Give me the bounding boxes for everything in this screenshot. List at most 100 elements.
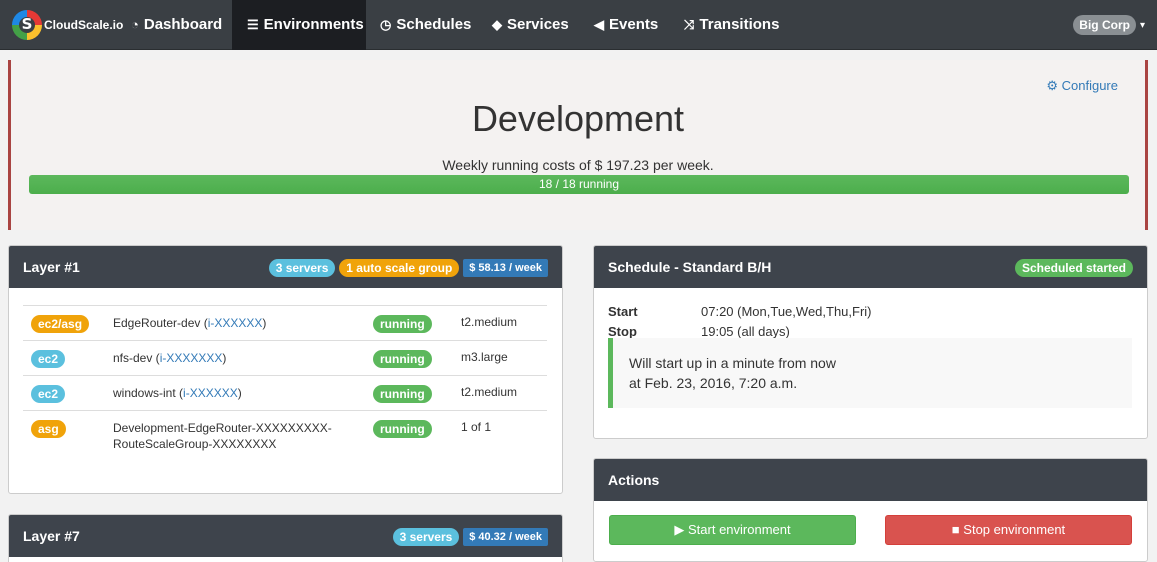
nav-services-label: Services xyxy=(507,16,569,33)
paren-close: ) xyxy=(222,351,227,365)
nav-schedules-label: Schedules xyxy=(396,16,472,33)
bullhorn-icon: ◀ xyxy=(594,17,604,32)
type-cell: ec2/asg xyxy=(23,305,113,341)
nav-events[interactable]: ◀ Events xyxy=(594,0,658,50)
start-environment-button[interactable]: ▶ Start environment xyxy=(609,515,856,545)
nav-dashboard[interactable]: ◔ Dashboard xyxy=(131,0,222,50)
schedule-title: Schedule - Standard B/H xyxy=(608,259,772,275)
dashboard-icon: ◔ xyxy=(131,17,139,32)
nav-services[interactable]: ◆ Services xyxy=(492,0,569,50)
weekly-cost-text: Weekly running costs of $ 197.23 per wee… xyxy=(442,157,714,173)
table-row: ec2 windows-int (i-XXXXXX) running t2.mediu… xyxy=(23,375,547,411)
account-menu[interactable]: Big Corp ▾ xyxy=(1073,15,1145,35)
table-row: ec2/asg EdgeRouter-dev (i-XXXXXX) running t… xyxy=(23,305,547,341)
size-cell: t2.medium xyxy=(461,305,547,341)
server-type-badge: ec2 xyxy=(31,350,66,368)
actions-title: Actions xyxy=(608,472,660,488)
servers-count-badge: 3 servers xyxy=(392,528,460,547)
status-badge: running xyxy=(373,350,432,368)
size-cell: t2.medium xyxy=(461,375,547,411)
paren-close: ) xyxy=(237,386,242,400)
instance-id-link[interactable]: i-XXXXXXX xyxy=(160,351,223,365)
play-icon: ▶ xyxy=(674,522,685,537)
size-cell: m3.large xyxy=(461,340,547,376)
nav-schedules[interactable]: ◷ Schedules xyxy=(380,0,471,50)
layer-1-heading: Layer #1 3 servers 1 auto scale group $ … xyxy=(9,246,562,288)
name-cell: windows-int (i-XXXXXX) xyxy=(113,375,373,411)
asg-count-badge: 1 auto scale group xyxy=(339,259,460,278)
server-type-badge: ec2/asg xyxy=(31,315,90,333)
schedule-start-row: Start 07:20 (Mon,Tue,Wed,Thu,Fri) xyxy=(608,304,872,319)
layer-panel-7: Layer #7 3 servers $ 40.32 / week xyxy=(8,514,563,562)
server-name: Development-EdgeRouter-XXXXXXXXX-RouteSc… xyxy=(113,421,332,451)
callout-line-1: Will start up in a minute from now xyxy=(629,355,836,371)
configure-label: Configure xyxy=(1061,78,1118,93)
start-label: Start xyxy=(608,304,638,319)
instance-id-link[interactable]: i-XXXXXX xyxy=(208,316,263,330)
clock-icon: ◷ xyxy=(380,17,392,32)
stop-environment-button[interactable]: ■ Stop environment xyxy=(885,515,1132,545)
name-cell: EdgeRouter-dev (i-XXXXXX) xyxy=(113,305,373,341)
environment-header: ⚙ Configure Development Weekly running c… xyxy=(8,60,1148,230)
running-progress-bar: 18 / 18 running xyxy=(29,175,1129,194)
stop-environment-label: Stop environment xyxy=(963,522,1066,537)
server-name: nfs-dev ( xyxy=(113,351,160,365)
layer-7-title: Layer #7 xyxy=(23,528,80,544)
gear-icon: ⚙ xyxy=(1046,78,1058,93)
top-navbar: S CloudScale.io ◔ Dashboard ☰ Environments… xyxy=(0,0,1157,50)
page-title: Development xyxy=(471,98,685,139)
layer-7-heading: Layer #7 3 servers $ 40.32 / week xyxy=(9,515,562,557)
status-cell: running xyxy=(373,340,461,376)
schedule-panel: Schedule - Standard B/H Scheduled starte… xyxy=(593,245,1148,439)
server-table: ec2/asg EdgeRouter-dev (i-XXXXXX) running t… xyxy=(23,305,547,461)
server-name: windows-int ( xyxy=(113,386,184,400)
name-cell: Development-EdgeRouter-XXXXXXXXX-RouteSc… xyxy=(113,410,373,461)
status-badge: running xyxy=(373,420,432,438)
next-start-callout: Will start up in a minute from now at Fe… xyxy=(608,338,1132,408)
stop-label: Stop xyxy=(608,324,637,339)
status-badge: running xyxy=(373,315,432,333)
start-environment-label: Start environment xyxy=(688,522,791,537)
tags-icon: ◆ xyxy=(492,17,502,32)
nav-transitions[interactable]: ⤨ Transitions xyxy=(684,0,779,50)
server-type-badge: asg xyxy=(31,420,66,438)
callout-line-2: at Feb. 23, 2016, 7:20 a.m. xyxy=(629,375,798,391)
status-cell: running xyxy=(373,410,461,461)
servers-count-badge: 3 servers xyxy=(268,259,336,278)
configure-link[interactable]: ⚙ Configure xyxy=(1046,78,1118,94)
size-cell: 1 of 1 xyxy=(461,410,547,461)
layer-cost-badge: $ 40.32 / week xyxy=(463,528,548,547)
brand[interactable]: S CloudScale.io xyxy=(12,6,123,44)
layer-panel-1: Layer #1 3 servers 1 auto scale group $ … xyxy=(8,245,563,494)
progress-fill: 18 / 18 running xyxy=(29,175,1129,194)
name-cell: nfs-dev (i-XXXXXXX) xyxy=(113,340,373,376)
cloudscale-logo-icon: S xyxy=(12,10,42,40)
type-cell: ec2 xyxy=(23,340,113,376)
brand-name: CloudScale.io xyxy=(44,18,124,32)
layer-1-title: Layer #1 xyxy=(23,259,80,275)
server-type-badge: ec2 xyxy=(31,385,66,403)
nav-dashboard-label: Dashboard xyxy=(143,16,223,33)
nav-events-label: Events xyxy=(609,16,659,33)
table-row: ec2 nfs-dev (i-XXXXXXX) running m3.large xyxy=(23,340,547,376)
table-row: asg Development-EdgeRouter-XXXXXXXXX-Rout… xyxy=(23,410,547,461)
type-cell: ec2 xyxy=(23,375,113,411)
schedule-status-badge: Scheduled started xyxy=(1014,259,1133,278)
caret-down-icon: ▾ xyxy=(1139,19,1145,31)
nav-transitions-label: Transitions xyxy=(699,16,780,33)
stop-icon: ■ xyxy=(951,522,960,537)
instance-id-link[interactable]: i-XXXXXX xyxy=(183,386,238,400)
nav-environments[interactable]: ☰ Environments xyxy=(232,0,366,50)
list-icon: ☰ xyxy=(247,17,259,32)
schedule-stop-row: Stop 19:05 (all days) xyxy=(608,324,790,339)
start-value: 07:20 (Mon,Tue,Wed,Thu,Fri) xyxy=(701,304,872,319)
type-cell: asg xyxy=(23,410,113,461)
schedule-heading: Schedule - Standard B/H Scheduled starte… xyxy=(594,246,1147,288)
status-badge: running xyxy=(373,385,432,403)
account-name: Big Corp xyxy=(1073,15,1136,35)
actions-panel: Actions ▶ Start environment ■ Stop envir… xyxy=(593,458,1148,562)
actions-heading: Actions xyxy=(594,459,1147,501)
status-cell: running xyxy=(373,305,461,341)
status-cell: running xyxy=(373,375,461,411)
stop-value: 19:05 (all days) xyxy=(701,324,790,339)
